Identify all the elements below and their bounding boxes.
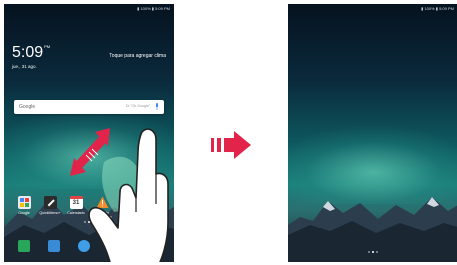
clock-date: jue., 31 ago.	[12, 64, 37, 69]
messaging-icon[interactable]	[48, 240, 60, 252]
home-screen-before: ▮ 100% ▮ 5:09 PM 5:09PM jue., 31 ago. To…	[4, 4, 174, 262]
clock-time: 5:09	[12, 44, 44, 61]
google-logo: Google	[19, 103, 36, 110]
transition-arrow-icon	[211, 131, 251, 159]
quickmemo-icon	[43, 196, 57, 209]
contacts-icon[interactable]	[18, 240, 30, 252]
clock-widget[interactable]: 5:09PM jue., 31 ago.	[12, 44, 50, 69]
clock-ampm: PM	[44, 44, 51, 49]
page-indicator	[288, 240, 457, 258]
status-bar: ▮ 100% ▮ 5:09 PM	[421, 6, 454, 11]
mic-icon[interactable]	[155, 103, 159, 110]
home-screen-after: ▮ 100% ▮ 5:09 PM	[288, 4, 457, 262]
pinch-gesture-illustration	[70, 128, 169, 262]
voice-hint: Di "Ok Google"	[125, 104, 150, 108]
status-bar: ▮ 100% ▮ 5:09 PM	[137, 6, 170, 11]
google-folder-icon	[17, 196, 31, 209]
weather-prompt[interactable]: Toque para agregar clima	[109, 53, 166, 59]
